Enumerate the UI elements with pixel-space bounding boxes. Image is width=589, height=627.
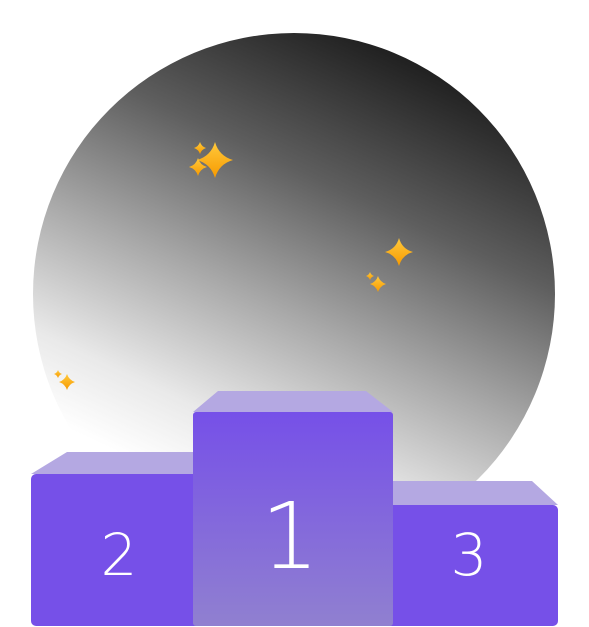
podium-second-number: 2 [101,521,138,589]
podium-first-place: 1 [193,391,393,626]
podium-second-top [31,452,207,474]
podium-first-top [193,391,393,412]
podium-first-number: 1 [261,483,320,590]
podium-third-number: 3 [451,521,488,589]
podium-third-place: 3 [382,481,558,626]
podium-third-top [382,481,558,505]
podium-illustration: 2 3 1 [31,33,558,626]
podium-second-place: 2 [31,452,207,626]
